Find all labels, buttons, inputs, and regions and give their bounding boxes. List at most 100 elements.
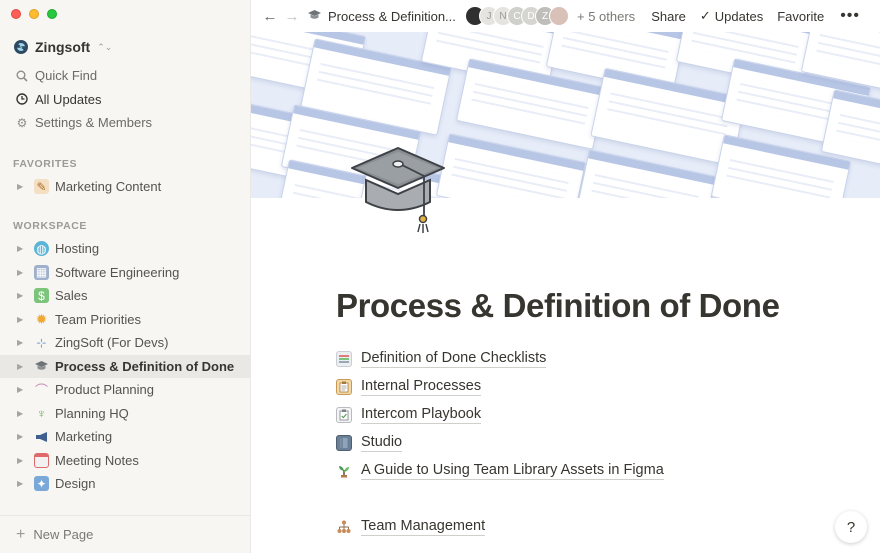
back-arrow-icon[interactable]: ← [259, 8, 281, 25]
graduation-cap-icon[interactable] [348, 142, 448, 237]
quick-find-label: Quick Find [35, 68, 98, 84]
sidebar-item-software-engineering[interactable]: ▶ ▦ Software Engineering [0, 261, 250, 285]
page-link-figma-guide[interactable]: A Guide to Using Team Library Assets in … [336, 457, 856, 485]
page-link-label: Definition of Done Checklists [361, 350, 547, 368]
quick-find-button[interactable]: Quick Find [0, 64, 250, 88]
sidebar-item-label: Sales [55, 288, 88, 304]
sidebar-item-planning-hq[interactable]: ▶ ♆ Planning HQ [0, 402, 250, 426]
workspace-logo-icon [14, 40, 28, 54]
sidebar-item-hosting[interactable]: ▶ ◍ Hosting [0, 237, 250, 261]
gear-icon: ⚙ [16, 115, 28, 130]
breadcrumb[interactable]: Process & Definition... [307, 9, 457, 24]
minimize-window-button[interactable] [29, 9, 39, 19]
workspace-name: Zingsoft [35, 39, 91, 55]
sidebar-item-label: Software Engineering [55, 264, 180, 280]
chevron-updown-icon: ⌃⌄ [97, 41, 113, 52]
clipboard-check-icon [336, 407, 352, 423]
sidebar: Zingsoft ⌃⌄ Quick Find All Updates ⚙ Set… [0, 0, 251, 553]
new-page-label: New Page [33, 527, 94, 542]
settings-members-button[interactable]: ⚙ Settings & Members [0, 111, 250, 135]
new-page-button[interactable]: + New Page [0, 515, 250, 553]
page-title[interactable]: Process & Definition of Done [336, 287, 780, 325]
globe-icon: ◍ [34, 241, 49, 257]
sidebar-nav: Quick Find All Updates ⚙ Settings & Memb… [0, 64, 250, 135]
sidebar-item-product-planning[interactable]: ▶ ⌒ Product Planning [0, 378, 250, 402]
clipboard-icon [336, 379, 352, 395]
page-links: Definition of Done Checklists Internal P… [336, 345, 856, 541]
graduation-cap-icon [34, 359, 49, 374]
marketing-icon: ✎ [34, 179, 49, 195]
workspace-header: WORKSPACE [13, 220, 88, 232]
page-link-intercom-playbook[interactable]: Intercom Playbook [336, 401, 856, 429]
expand-triangle-icon[interactable]: ▶ [17, 338, 27, 347]
expand-triangle-icon[interactable]: ▶ [17, 385, 27, 394]
graduation-cap-icon [307, 9, 322, 24]
breadcrumb-title: Process & Definition... [328, 8, 456, 24]
sidebar-item-marketing[interactable]: ▶ Marketing [0, 425, 250, 449]
plus-icon: + [16, 525, 26, 543]
collaborator-avatars[interactable]: J N C D Z [465, 6, 569, 26]
all-updates-button[interactable]: All Updates [0, 88, 250, 112]
favorite-button[interactable]: Favorite [777, 9, 824, 24]
expand-triangle-icon[interactable]: ▶ [17, 182, 27, 191]
sidebar-item-label: Marketing [55, 429, 113, 445]
search-icon [16, 70, 28, 82]
sun-icon: ✹ [35, 310, 48, 327]
workspace-switcher[interactable]: Zingsoft ⌃⌄ [14, 39, 112, 55]
sidebar-item-label: Marketing Content [55, 179, 162, 195]
sidebar-item-design[interactable]: ▶ ✦ Design [0, 472, 250, 496]
expand-triangle-icon[interactable]: ▶ [17, 432, 27, 441]
sidebar-item-label: Process & Definition of Done [55, 358, 235, 374]
sidebar-item-label: Hosting [55, 241, 100, 257]
checkmark-icon: ✓ [699, 8, 711, 23]
sidebar-item-zingsoft-for-devs[interactable]: ▶ ⊹ ZingSoft (For Devs) [0, 331, 250, 355]
sidebar-item-sales[interactable]: ▶ $ Sales [0, 284, 250, 308]
all-updates-label: All Updates [35, 91, 102, 107]
avatar[interactable] [549, 6, 569, 26]
page-link-label: Internal Processes [361, 378, 482, 396]
help-button[interactable]: ? [835, 511, 867, 543]
page-link-studio[interactable]: Studio [336, 429, 856, 457]
more-options-icon[interactable]: ••• [840, 7, 860, 25]
sidebar-item-process-definition-of-done[interactable]: ▶ Process & Definition of Done [0, 354, 250, 378]
expand-triangle-icon[interactable]: ▶ [17, 244, 27, 253]
updates-button[interactable]: ✓ Updates [700, 8, 763, 24]
sidebar-item-label: Design [55, 476, 96, 492]
expand-triangle-icon[interactable]: ▶ [17, 362, 27, 371]
sidebar-item-marketing-content[interactable]: ▶ ✎ Marketing Content [0, 175, 250, 199]
topbar: ← → Process & Definition... J N C D Z + … [251, 0, 880, 32]
expand-triangle-icon[interactable]: ▶ [17, 479, 27, 488]
share-button[interactable]: Share [651, 9, 686, 24]
page-link-definition-of-done-checklists[interactable]: Definition of Done Checklists [336, 345, 856, 373]
expand-triangle-icon[interactable]: ▶ [17, 315, 27, 324]
sidebar-item-label: Product Planning [55, 382, 155, 398]
page-link-label: Intercom Playbook [361, 406, 482, 424]
favorites-list: ▶ ✎ Marketing Content [0, 175, 250, 199]
page-link-label: Team Management [361, 518, 486, 536]
sidebar-item-team-priorities[interactable]: ▶ ✹ Team Priorities [0, 308, 250, 332]
org-chart-icon [336, 519, 352, 535]
money-icon: $ [34, 288, 49, 304]
book-icon [336, 435, 352, 451]
expand-triangle-icon[interactable]: ▶ [17, 409, 27, 418]
page-link-team-management[interactable]: Team Management [336, 513, 856, 541]
window-controls [11, 9, 57, 19]
expand-triangle-icon[interactable]: ▶ [17, 291, 27, 300]
updates-label: Updates [714, 8, 764, 24]
sidebar-item-meeting-notes[interactable]: ▶ Meeting Notes [0, 449, 250, 473]
zoom-window-button[interactable] [47, 9, 57, 19]
clock-icon [16, 93, 28, 105]
page-link-label: A Guide to Using Team Library Assets in … [361, 462, 664, 480]
checklist-icon [336, 351, 352, 367]
expand-triangle-icon[interactable]: ▶ [17, 456, 27, 465]
megaphone-icon [34, 429, 49, 444]
expand-triangle-icon[interactable]: ▶ [17, 268, 27, 277]
forward-arrow-icon[interactable]: → [281, 8, 303, 25]
others-count[interactable]: + 5 others [577, 9, 635, 24]
close-window-button[interactable] [11, 9, 21, 19]
trophy-icon: ♆ [36, 405, 47, 421]
page-link-internal-processes[interactable]: Internal Processes [336, 373, 856, 401]
workspace-list: ▶ ◍ Hosting ▶ ▦ Software Engineering ▶ $… [0, 237, 250, 496]
sidebar-item-label: ZingSoft (For Devs) [55, 335, 169, 351]
palette-icon: ⌒ [34, 383, 48, 399]
